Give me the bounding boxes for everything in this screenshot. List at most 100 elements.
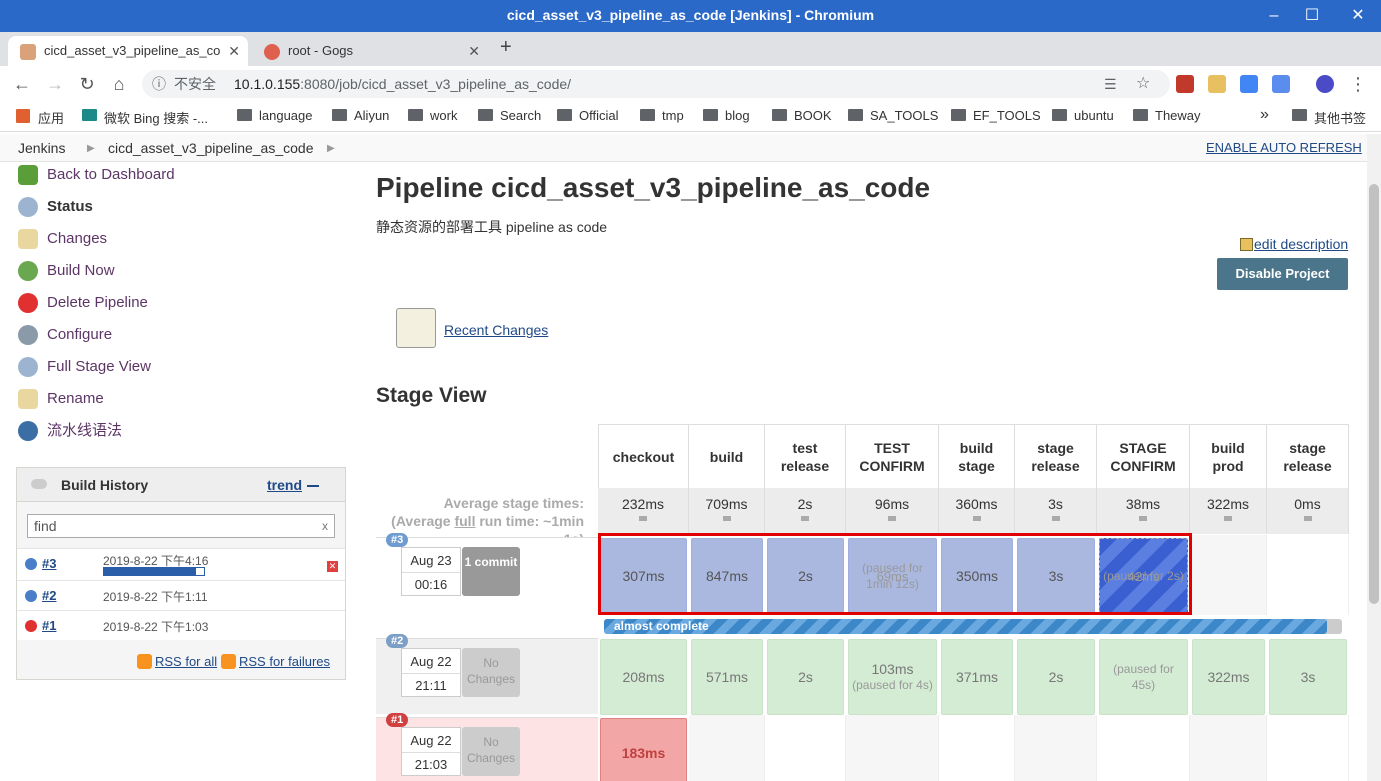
- full-link[interactable]: full: [454, 513, 475, 529]
- bookmark-folder-sa-tools[interactable]: SA_TOOLS: [848, 108, 938, 123]
- new-tab-icon[interactable]: +: [500, 36, 512, 59]
- enable-auto-refresh-link[interactable]: ENABLE AUTO REFRESH: [1206, 140, 1362, 155]
- bookmark-folder-official[interactable]: Official: [557, 108, 619, 123]
- build-row[interactable]: #1 2019-8-22 下午1:03: [17, 610, 345, 640]
- build-link[interactable]: #2: [42, 588, 56, 603]
- task-changes[interactable]: Changes: [18, 227, 107, 251]
- bookmark-folder-tmp[interactable]: tmp: [640, 108, 684, 123]
- bookmark-folder-work[interactable]: work: [408, 108, 457, 123]
- back-icon[interactable]: ←: [10, 72, 34, 96]
- run-time: 21:03: [414, 757, 448, 772]
- average-time: 0ms: [1294, 496, 1321, 512]
- extension-a-icon[interactable]: [1176, 75, 1194, 93]
- url-text[interactable]: 10.1.0.155:8080/job/cicd_asset_v3_pipeli…: [234, 70, 571, 98]
- stage-cell[interactable]: (paused for 45s): [1099, 639, 1188, 715]
- build-row[interactable]: #3 2019-8-22 下午4:16 ✕: [17, 548, 345, 580]
- trend-link[interactable]: trend: [267, 477, 302, 493]
- build-row[interactable]: #2 2019-8-22 下午1:11: [17, 580, 345, 610]
- average-bar: [722, 516, 731, 521]
- bookmarks-overflow-icon[interactable]: »: [1242, 106, 1269, 124]
- stage-cell[interactable]: 571ms: [691, 639, 763, 715]
- task-full-stage-view[interactable]: Full Stage View: [18, 355, 151, 379]
- bookmark-folder-blog[interactable]: blog: [703, 108, 750, 123]
- task-status[interactable]: Status: [18, 195, 93, 219]
- edit-description-link[interactable]: edit description: [1240, 236, 1348, 252]
- maximize-icon[interactable]: ☐: [1300, 4, 1324, 28]
- bookmark-label: 应用: [38, 111, 65, 126]
- gogs-favicon-icon: [264, 44, 280, 60]
- bookmark-folder-ubuntu[interactable]: ubuntu: [1052, 108, 1114, 123]
- scrollbar-thumb[interactable]: [1369, 184, 1379, 604]
- stage-cell[interactable]: 371ms: [941, 639, 1013, 715]
- build-number-badge[interactable]: #2: [386, 634, 409, 648]
- breadcrumb-job[interactable]: cicd_asset_v3_pipeline_as_code: [108, 140, 313, 156]
- task-back-to-dashboard[interactable]: Back to Dashboard: [18, 163, 175, 187]
- clear-filter-icon[interactable]: x: [322, 515, 328, 537]
- tab-jenkins[interactable]: cicd_asset_v3_pipeline_as_co ✕: [8, 36, 248, 66]
- bookmark-folder-other[interactable]: 其他书签: [1292, 108, 1366, 127]
- stage-cell[interactable]: 2s: [767, 639, 844, 715]
- forward-icon[interactable]: →: [43, 72, 67, 96]
- task-build-now[interactable]: Build Now: [18, 259, 115, 283]
- task-configure[interactable]: Configure: [18, 323, 112, 347]
- task-rename[interactable]: Rename: [18, 387, 104, 411]
- minimize-icon[interactable]: –: [1262, 4, 1286, 28]
- build-progress-fill: [104, 568, 196, 575]
- extension-dict-icon[interactable]: [1208, 75, 1226, 93]
- tab-close-icon[interactable]: ✕: [228, 36, 240, 66]
- bookmark-folder-book[interactable]: BOOK: [772, 108, 832, 123]
- stage-cell[interactable]: 183ms: [600, 718, 687, 781]
- stage-cell[interactable]: 208ms: [600, 639, 687, 715]
- abort-build-icon[interactable]: ✕: [327, 561, 338, 572]
- bookmark-folder-aliyun[interactable]: Aliyun: [332, 108, 389, 123]
- stage-header: stage release: [1015, 424, 1097, 488]
- rss-all-link[interactable]: RSS for all: [137, 654, 217, 669]
- changes-box[interactable]: No Changes: [462, 648, 520, 697]
- recent-changes-link[interactable]: Recent Changes: [444, 322, 548, 338]
- info-icon[interactable]: ⓘ: [152, 70, 166, 98]
- bookmark-folder-language[interactable]: language: [237, 108, 313, 123]
- rss-failures-link[interactable]: RSS for failures: [221, 654, 330, 669]
- close-window-icon[interactable]: ✕: [1346, 4, 1370, 28]
- task-label: Delete Pipeline: [47, 294, 148, 311]
- search-icon: [18, 357, 38, 377]
- profile-avatar-icon[interactable]: [1316, 75, 1334, 93]
- stage-cell[interactable]: 3s: [1269, 639, 1347, 715]
- disable-project-button[interactable]: Disable Project: [1217, 258, 1348, 290]
- breadcrumb: Jenkins ▶ cicd_asset_v3_pipeline_as_code…: [0, 134, 1367, 162]
- bookmark-folder-theway[interactable]: Theway: [1133, 108, 1201, 123]
- bookmark-folder-search[interactable]: Search: [478, 108, 541, 123]
- bookmark-folder-ef-tools[interactable]: EF_TOOLS: [951, 108, 1041, 123]
- breadcrumb-jenkins[interactable]: Jenkins: [18, 140, 65, 156]
- translate-icon[interactable]: ☰: [1104, 70, 1117, 98]
- home-icon[interactable]: ⌂: [107, 72, 131, 96]
- build-link[interactable]: #1: [42, 618, 56, 633]
- stage-cell[interactable]: 103ms (paused for 4s): [848, 639, 937, 715]
- stage-cell[interactable]: 2s: [1017, 639, 1095, 715]
- menu-dots-icon[interactable]: ⋮: [1346, 72, 1370, 96]
- bookmark-bing[interactable]: 微软 Bing 搜索 -...: [82, 108, 208, 127]
- bookmark-apps[interactable]: 应用: [16, 108, 64, 127]
- task-pipeline-syntax[interactable]: 流水线语法: [18, 419, 122, 443]
- build-filter-input[interactable]: find x: [27, 514, 335, 538]
- bookmark-label: BOOK: [794, 108, 832, 123]
- build-link[interactable]: #3: [42, 556, 56, 571]
- trend-minus-icon[interactable]: [307, 485, 319, 487]
- bookmark-star-icon[interactable]: ☆: [1136, 70, 1150, 98]
- tab-close-icon[interactable]: ✕: [468, 36, 480, 66]
- page-scrollbar[interactable]: [1367, 134, 1381, 781]
- changes-box[interactable]: No Changes: [462, 727, 520, 776]
- extension-lang-icon[interactable]: [1272, 75, 1290, 93]
- build-number-badge[interactable]: #3: [386, 533, 409, 547]
- stage-cell[interactable]: 322ms: [1192, 639, 1265, 715]
- changes-box[interactable]: 1 commit: [462, 547, 520, 596]
- average-time: 322ms: [1206, 496, 1250, 512]
- address-bar[interactable]: ⓘ 不安全 10.1.0.155:8080/job/cicd_asset_v3_…: [142, 70, 1170, 98]
- build-number-badge[interactable]: #1: [386, 713, 409, 727]
- task-delete-pipeline[interactable]: Delete Pipeline: [18, 291, 148, 315]
- tab-gogs[interactable]: root - Gogs ✕: [252, 36, 488, 66]
- reload-icon[interactable]: ↻: [75, 72, 99, 96]
- stage-name: TEST CONFIRM: [859, 439, 925, 474]
- stage-header: build: [689, 424, 765, 488]
- extension-translate-icon[interactable]: [1240, 75, 1258, 93]
